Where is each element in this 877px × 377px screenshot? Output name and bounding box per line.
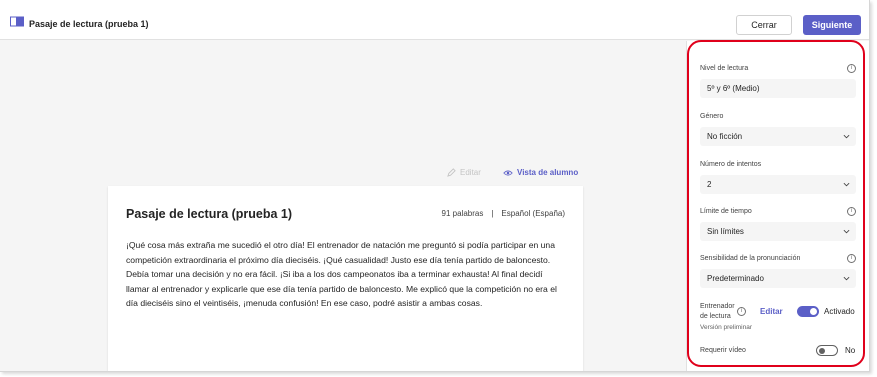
pronunciation-value: Predeterminado [707,274,764,283]
student-view-button[interactable]: Vista de alumno [503,168,578,177]
reading-level-label: Nivel de lectura [700,65,749,72]
require-video-state: No [845,346,856,355]
passage-title: Pasaje de lectura (prueba 1) [126,207,293,221]
reading-coach-label-line2: de lectura [700,313,731,320]
reading-level-field[interactable]: 5º y 6º (Medio) [700,79,856,98]
passage-meta: 91 palabras | Español (España) [442,209,565,218]
chevron-down-icon [843,134,850,139]
pronunciation-dropdown[interactable]: Predeterminado [700,269,856,288]
student-view-label: Vista de alumno [517,168,579,177]
info-icon[interactable]: i [847,207,856,216]
passage-text: ¡Qué cosa más extraña me sucedió el otro… [126,240,557,309]
next-button[interactable]: Siguiente [803,15,861,35]
page-title: Pasaje de lectura (prueba 1) [29,19,149,29]
reading-coach-label-line1: Entrenador [700,303,735,310]
eye-icon [503,170,513,175]
passage-card: Pasaje de lectura (prueba 1) 91 palabras… [108,186,583,371]
time-limit-dropdown[interactable]: Sin límites [700,222,856,241]
attempts-value: 2 [707,180,712,189]
edit-label: Editar [460,168,481,177]
preview-note: Versión preliminar [700,324,753,331]
app-window: Pasaje de lectura (prueba 1) Cerrar Sigu… [0,0,870,372]
reading-coach-toggle[interactable] [797,306,819,317]
edit-button[interactable]: Editar [447,168,481,177]
require-video-toggle[interactable] [816,345,838,356]
genre-dropdown[interactable]: No ficción [700,127,856,146]
header-bar: Pasaje de lectura (prueba 1) Cerrar Sigu… [0,0,869,40]
info-icon[interactable]: i [847,64,856,73]
chevron-down-icon [843,182,850,187]
require-video-label: Requerir vídeo [700,347,746,354]
chevron-down-icon [843,276,850,281]
pronunciation-label: Sensibilidad de la pronunciación [700,255,801,262]
close-button[interactable]: Cerrar [736,15,792,35]
passage-language: Español (España) [501,209,565,218]
meta-separator: | [491,209,494,218]
word-count: 91 palabras [441,209,484,218]
time-limit-value: Sin límites [707,227,744,236]
info-icon[interactable]: i [847,254,856,263]
chevron-down-icon [843,229,850,234]
passage-preview-area: Editar Vista de alumno Pasaje de lectura… [0,41,686,371]
reading-passage-icon [10,16,24,27]
genre-value: No ficción [707,132,743,141]
reading-coach-label: Entrenador de lectura [700,302,735,322]
settings-panel: Nivel de lectura i 5º y 6º (Medio) Géner… [686,41,869,371]
pencil-icon [447,168,456,177]
genre-label: Género [700,113,724,120]
time-limit-label: Límite de tiempo [700,208,752,215]
info-icon[interactable]: i [737,307,746,316]
reading-coach-state: Activado [824,307,855,316]
attempts-label: Número de intentos [700,161,762,168]
reading-coach-edit-link[interactable]: Editar [760,307,783,316]
attempts-dropdown[interactable]: 2 [700,175,856,194]
